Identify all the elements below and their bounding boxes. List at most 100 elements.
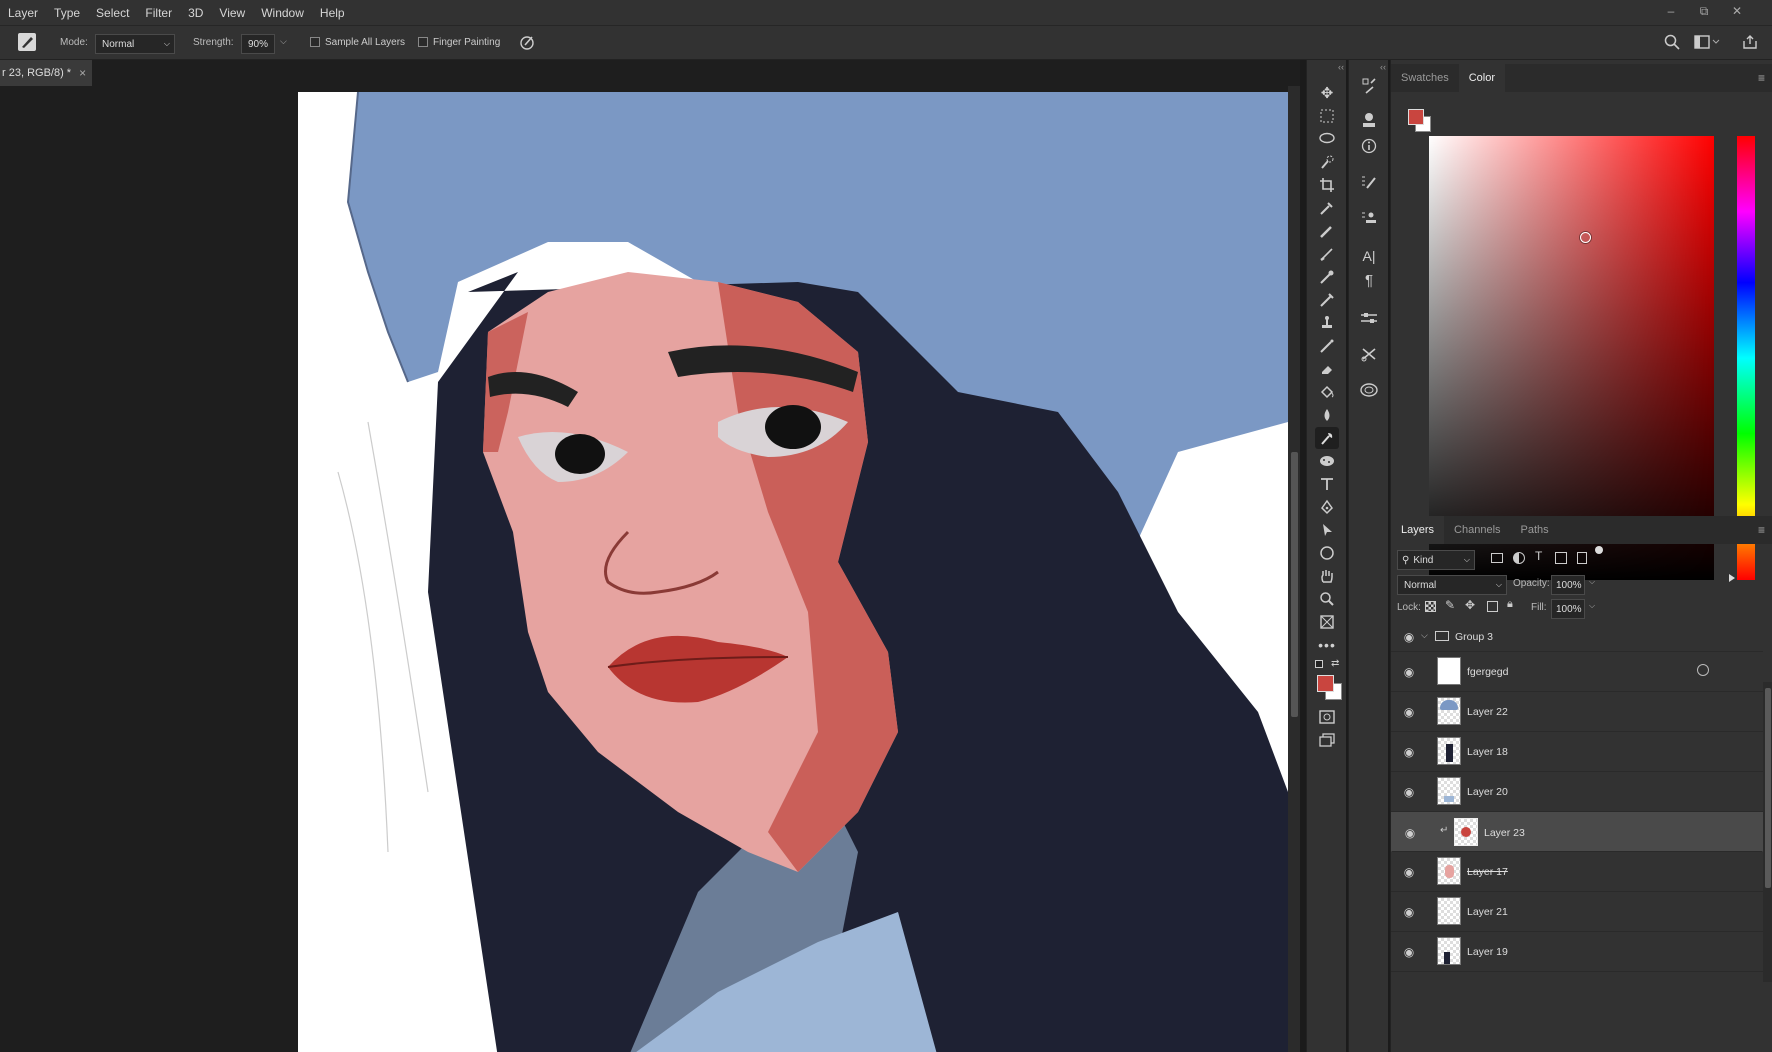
tab-paths[interactable]: Paths [1511,516,1559,544]
layers-scroll-thumb[interactable] [1765,688,1771,888]
lock-image-icon[interactable]: ✎ [1445,598,1455,612]
finger-painting-checkbox[interactable]: Finger Painting [418,37,500,48]
healing-brush-tool-icon[interactable] [1315,220,1339,242]
eraser-tool-icon[interactable] [1315,358,1339,380]
group-expand-chevron-icon[interactable]: ⌵ [1421,630,1428,641]
canvas-area[interactable] [0,86,1300,1052]
visibility-eye-icon[interactable]: ◉ [1401,905,1417,919]
layer-row[interactable]: ◉ Layer 19 [1391,932,1763,972]
strength-chevron-icon[interactable]: ⌵ [280,36,287,47]
marquee-tool-icon[interactable] [1315,105,1339,127]
hue-arrow-icon[interactable] [1729,574,1735,582]
blend-mode-select[interactable]: Normal ⌵ [1397,575,1507,595]
tab-channels[interactable]: Channels [1444,516,1510,544]
clone-source-panel-icon[interactable] [1357,206,1381,230]
tab-layers[interactable]: Layers [1391,516,1445,544]
stamp-tool-icon[interactable] [1315,312,1339,334]
info-panel-icon[interactable] [1357,134,1381,158]
lock-all-icon[interactable]: 🔒︎ [1507,598,1513,611]
strength-input[interactable]: 90% [241,34,275,54]
menu-view[interactable]: View [211,0,253,26]
layer-row[interactable]: ◉ Layer 18 [1391,732,1763,772]
paragraph-panel-icon[interactable]: ¶ [1357,268,1381,292]
filter-adjustment-icon[interactable] [1513,552,1525,564]
pressure-icon[interactable] [518,34,536,55]
mode-select[interactable]: Normal ⌵ [95,34,175,54]
hue-slider[interactable] [1737,136,1755,580]
character-panel-icon[interactable]: A| [1357,244,1381,268]
eyedropper-tool-icon[interactable] [1315,197,1339,219]
menu-filter[interactable]: Filter [137,0,180,26]
filter-shape-icon[interactable] [1555,552,1567,564]
canvas-scroll-thumb[interactable] [1291,452,1298,717]
lock-position-icon[interactable]: ✥ [1465,598,1475,612]
tool-presets-panel-icon[interactable] [1357,342,1381,366]
history-brush-tool-icon[interactable] [1315,289,1339,311]
layer-row-selected[interactable]: ◉ ↵ Layer 23 [1391,812,1763,852]
brush-tool-icon[interactable] [1315,243,1339,265]
blur-tool-icon[interactable] [1315,404,1339,426]
zoom-tool-icon[interactable] [1315,588,1339,610]
layer-row[interactable]: ◉ Layer 17 [1391,852,1763,892]
panel-foreground-swatch[interactable] [1408,109,1424,125]
fill-chevron-icon[interactable]: ⌵ [1589,601,1595,611]
artwork-canvas[interactable] [298,92,1288,1052]
history-panel-icon[interactable] [1357,74,1381,98]
sample-all-layers-checkbox[interactable]: Sample All Layers [310,37,405,48]
minimize-button[interactable]: – [1660,0,1682,22]
filter-type-icon[interactable]: T [1535,549,1542,563]
default-colors-icon[interactable] [1315,660,1323,668]
document-tab[interactable]: r 23, RGB/8) * × [0,60,92,86]
menu-layer[interactable]: Layer [0,0,46,26]
close-tab-icon[interactable]: × [79,66,86,80]
lock-transparent-icon[interactable] [1425,601,1436,612]
visibility-eye-icon[interactable]: ◉ [1401,630,1417,644]
visibility-eye-icon[interactable]: ◉ [1401,745,1417,759]
visibility-eye-icon[interactable]: ◉ [1401,945,1417,959]
fill-input[interactable]: 100% [1551,599,1585,619]
layer-row[interactable]: ◉ fgergegd [1391,652,1763,692]
pen-tool-icon[interactable] [1315,496,1339,518]
visibility-eye-icon[interactable]: ◉ [1401,705,1417,719]
layer-filter-select[interactable]: ⚲ Kind ⌵ [1397,550,1475,570]
lasso-tool-icon[interactable] [1315,128,1339,150]
visibility-eye-icon[interactable]: ◉ [1401,865,1417,879]
layers-panel-menu-icon[interactable]: ≡ [1758,523,1765,537]
filter-smart-object-icon[interactable] [1577,552,1587,564]
brush-settings-panel-icon[interactable] [1357,108,1381,132]
menu-select[interactable]: Select [88,0,137,26]
crop-tool-icon[interactable] [1315,174,1339,196]
workspace-icon[interactable] [1694,35,1720,52]
smudge-tool-preset-icon[interactable] [18,33,36,51]
tab-color[interactable]: Color [1458,64,1505,92]
layer-row[interactable]: ◉ Layer 21 [1391,892,1763,932]
adjustments-panel-icon[interactable] [1357,306,1381,330]
tab-swatches[interactable]: Swatches [1391,64,1459,92]
layer-row[interactable]: ◉ Layer 22 [1391,692,1763,732]
close-button[interactable]: ✕ [1726,0,1748,22]
search-icon[interactable] [1664,34,1680,53]
swap-colors-icon[interactable]: ⇄ [1331,658,1339,669]
lock-artboard-icon[interactable] [1487,601,1498,612]
visibility-eye-icon[interactable]: ◉ [1401,665,1417,679]
hand-tool-icon[interactable] [1315,565,1339,587]
collapse-icons-icon[interactable]: ‹‹ [1380,62,1386,72]
art-history-brush-icon[interactable] [1315,335,1339,357]
color-picker-cursor[interactable] [1580,232,1591,243]
move-tool-icon[interactable]: ✥ [1315,82,1339,104]
layer-row[interactable]: ◉ Layer 20 [1391,772,1763,812]
menu-window[interactable]: Window [253,0,312,26]
filter-pixel-icon[interactable] [1491,553,1503,563]
color-panel-menu-icon[interactable]: ≡ [1758,71,1765,85]
path-selection-tool-icon[interactable] [1315,519,1339,541]
restore-button[interactable]: ⧉ [1693,0,1715,22]
more-tools-icon[interactable]: ••• [1315,634,1339,656]
share-icon[interactable] [1742,34,1758,53]
visibility-eye-icon[interactable]: ◉ [1401,785,1417,799]
quick-selection-tool-icon[interactable] [1315,151,1339,173]
smudge-tool-icon[interactable] [1315,427,1339,449]
quick-mask-icon[interactable] [1315,706,1339,728]
menu-type[interactable]: Type [46,0,88,26]
brush-presets-panel-icon[interactable] [1357,170,1381,194]
type-tool-icon[interactable] [1315,473,1339,495]
